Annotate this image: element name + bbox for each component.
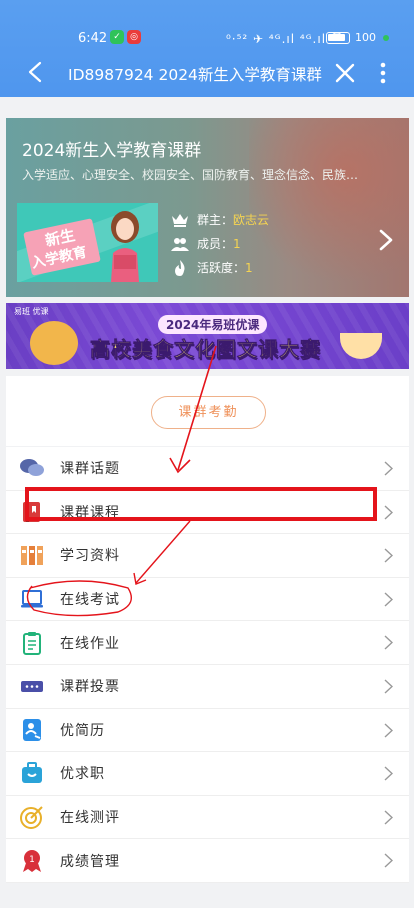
members-label: 成员： <box>197 237 234 251</box>
menu-item-materials[interactable]: 学习资料 <box>6 534 409 578</box>
chevron-right-icon <box>384 723 393 738</box>
crown-icon <box>172 214 188 227</box>
group-info: 群主： 欧志云 成员： 1 活跃度： 1 <box>171 208 269 280</box>
activity-row: 活跃度： 1 <box>171 256 269 280</box>
chevron-right-icon <box>384 635 393 650</box>
banner-year: 2024年易班优课 <box>158 315 268 334</box>
chevron-right-icon <box>384 548 393 563</box>
weibo-notification-icon: ◎ <box>127 30 141 44</box>
chevron-right-icon[interactable] <box>378 228 394 252</box>
group-header-card[interactable]: 2024新生入学教育课群 入学适应、心理安全、校园安全、国防教育、理念信念、民族… <box>6 118 409 297</box>
status-bar: 6:42 ✓ ◎ ⁰·⁵² ✈ ⁴ᴳ.ıl ⁴ᴳ.ıl ⌒ 100 <box>0 28 414 48</box>
menu-item-resume[interactable]: 优简历 <box>6 709 409 753</box>
flame-icon <box>175 260 185 276</box>
menu-item-label: 在线作业 <box>60 635 120 652</box>
menu-item-label: 优简历 <box>60 722 105 739</box>
chevron-right-icon <box>384 592 393 607</box>
battery-icon <box>326 32 350 44</box>
group-cover-image: 新生 入学教育 <box>17 203 158 282</box>
navigation-bar: ID8987924 2024新生入学教育课群 <box>0 56 414 92</box>
menu-item-label: 学习资料 <box>60 548 120 565</box>
members-icon <box>171 238 189 251</box>
menu-item-label: 课群话题 <box>60 461 120 478</box>
menu-item-job-search[interactable]: 优求职 <box>6 752 409 796</box>
chevron-right-icon <box>384 679 393 694</box>
menu-item-online-exam[interactable]: 在线考试 <box>6 578 409 622</box>
target-icon <box>20 806 43 830</box>
menu-item-assessment[interactable]: 在线测评 <box>6 796 409 840</box>
menu-item-label: 成绩管理 <box>60 853 120 870</box>
header-background <box>249 118 409 297</box>
owner-row: 群主： 欧志云 <box>171 208 269 232</box>
briefcase-icon <box>22 762 42 784</box>
charging-dot-icon <box>383 35 389 41</box>
menu-item-homework[interactable]: 在线作业 <box>6 621 409 665</box>
attendance-button[interactable]: 课群考勤 <box>151 396 266 429</box>
chevron-right-icon <box>384 766 393 781</box>
chevron-right-icon <box>384 853 393 868</box>
resume-icon <box>23 718 41 741</box>
banner-title: 高校美食文化图文课大赛 <box>90 337 321 362</box>
chevron-right-icon <box>384 505 393 520</box>
group-description: 入学适应、心理安全、校园安全、国防教育、理念信念、民族… <box>22 168 359 182</box>
menu-item-topics[interactable]: 课群话题 <box>6 447 409 491</box>
more-options-icon[interactable] <box>376 61 390 85</box>
top-app-bar: 6:42 ✓ ◎ ⁰·⁵² ✈ ⁴ᴳ.ıl ⁴ᴳ.ıl ⌒ 100 ID8987… <box>0 0 414 97</box>
battery-percent: 100 <box>355 31 376 44</box>
menu-item-courses[interactable]: 课群课程 <box>6 491 409 535</box>
chat-bubbles-icon <box>20 459 44 477</box>
ticket-icon <box>21 681 43 693</box>
promo-banner[interactable]: 易班 优课 2024年易班优课 高校美食文化图文课大赛 <box>6 303 409 369</box>
back-arrow-icon[interactable] <box>24 60 48 84</box>
chevron-right-icon <box>384 461 393 476</box>
chevron-right-icon <box>384 810 393 825</box>
members-row: 成员： 1 <box>171 232 269 256</box>
medal-icon: 1 <box>23 849 41 872</box>
menu-item-label: 优求职 <box>60 766 105 783</box>
feature-menu: 课群话题 课群课程 学习资料 在线考试 在线作业 课群投票 优简历 优求职 在线 <box>6 447 409 883</box>
menu-item-voting[interactable]: 课群投票 <box>6 665 409 709</box>
activity-label: 活跃度： <box>197 261 246 275</box>
book-icon <box>23 501 40 522</box>
activity-value: 1 <box>245 261 253 275</box>
menu-item-grades[interactable]: 1 成绩管理 <box>6 839 409 883</box>
attendance-section: 课群考勤 <box>6 376 409 446</box>
menu-item-label: 在线考试 <box>60 592 120 609</box>
owner-label: 群主： <box>197 213 234 227</box>
page-title: ID8987924 2024新生入学教育课群 <box>68 66 322 84</box>
group-name: 2024新生入学教育课群 <box>22 141 202 161</box>
banner-logo: 易班 优课 <box>14 307 49 316</box>
menu-item-label: 课群课程 <box>60 504 120 521</box>
close-icon[interactable] <box>333 61 357 85</box>
menu-item-label: 课群投票 <box>60 679 120 696</box>
wechat-notification-icon: ✓ <box>110 30 124 44</box>
menu-item-label: 在线测评 <box>60 810 120 827</box>
clipboard-icon <box>23 631 41 655</box>
mascot-icon <box>30 321 78 365</box>
members-count: 1 <box>233 237 241 251</box>
binders-icon <box>21 546 43 566</box>
svg-text:1: 1 <box>29 855 35 865</box>
laptop-icon <box>21 590 43 608</box>
status-time: 6:42 <box>78 31 108 46</box>
owner-name: 欧志云 <box>233 213 270 227</box>
student-illustration-icon <box>111 211 139 282</box>
